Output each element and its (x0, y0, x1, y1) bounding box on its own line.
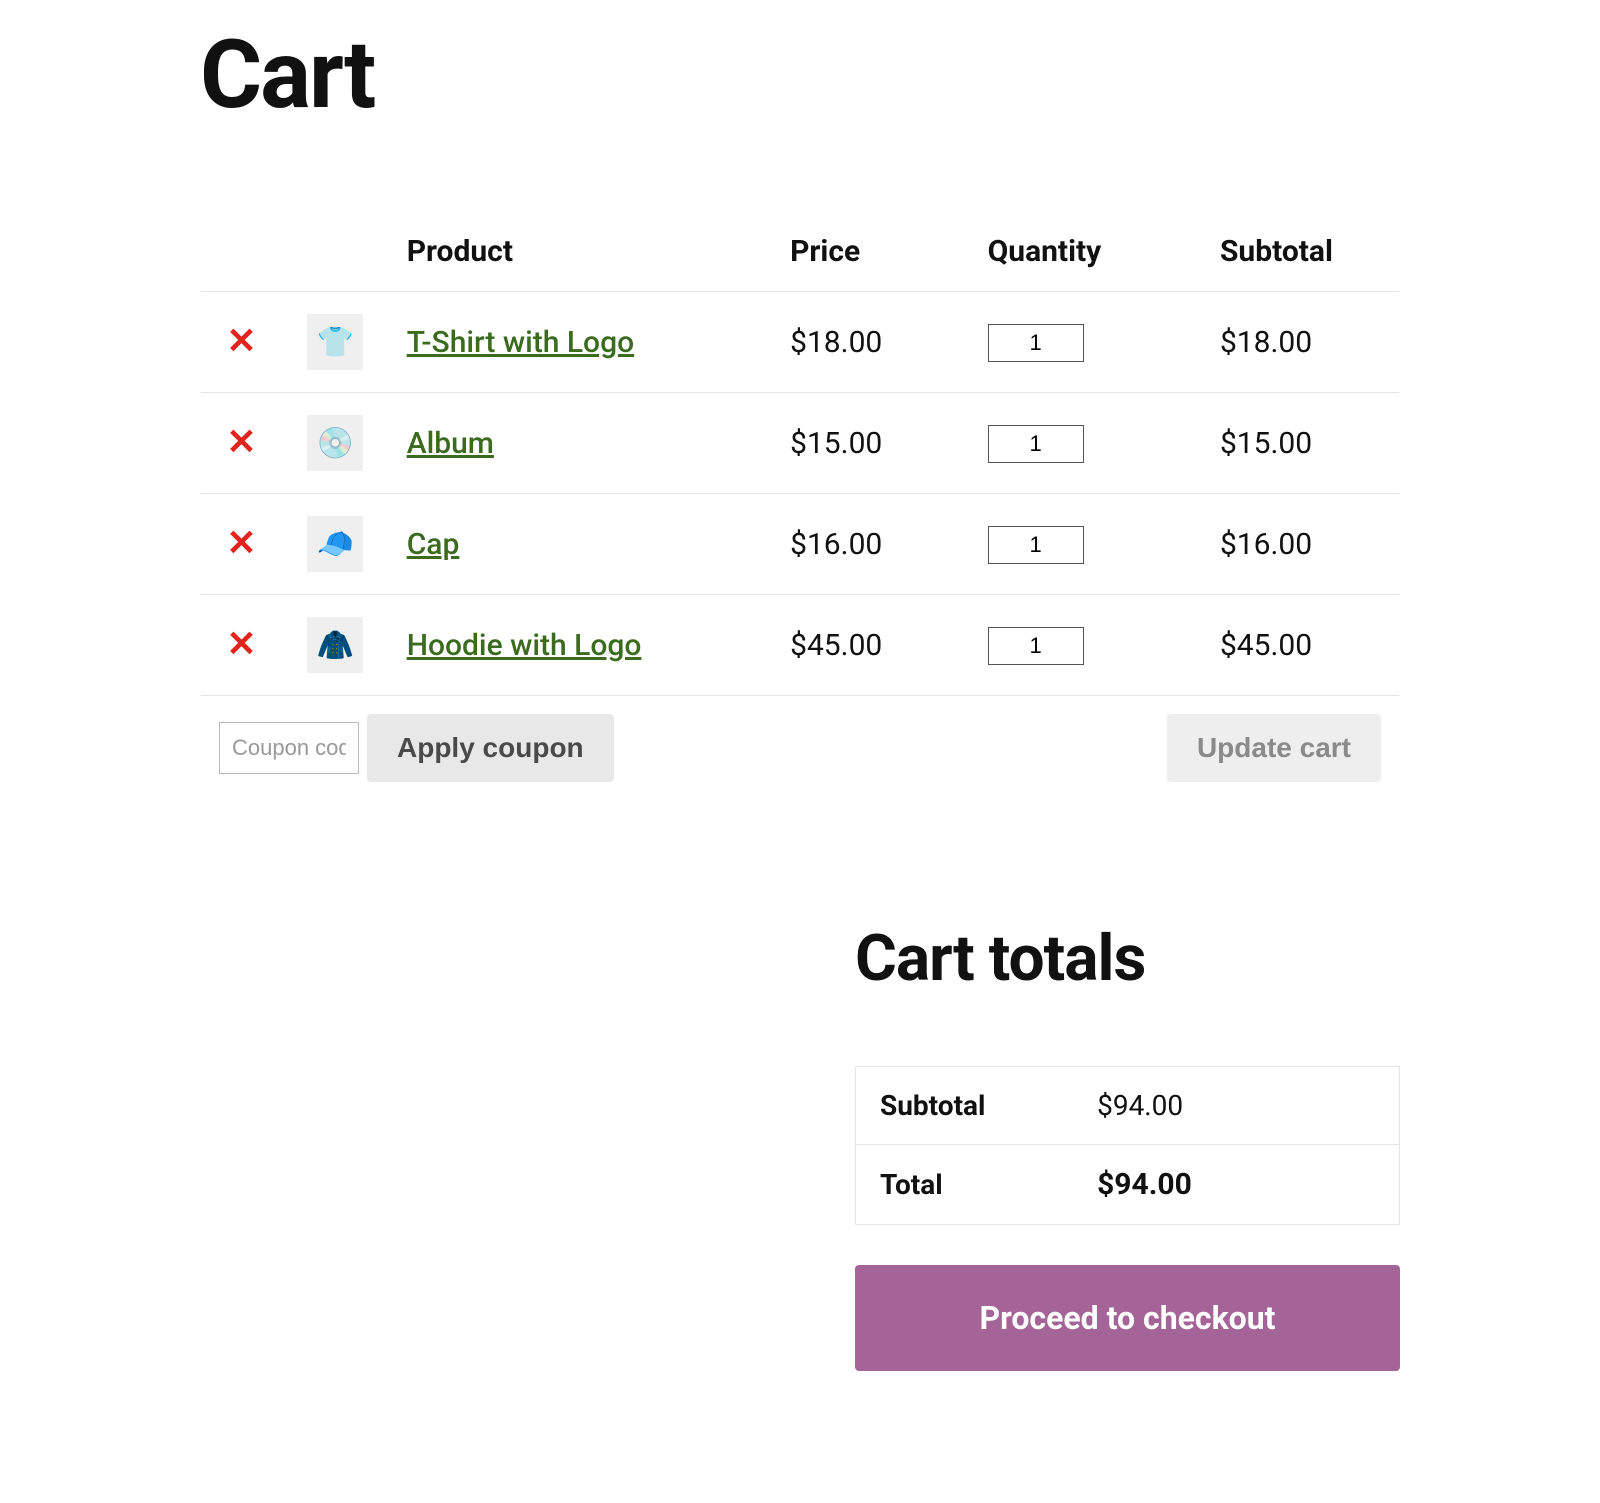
product-thumb: 👕 (307, 314, 363, 370)
item-subtotal: $15.00 (1202, 393, 1400, 494)
item-price: $15.00 (772, 393, 970, 494)
item-price: $45.00 (772, 595, 970, 696)
subtotal-label: Subtotal (856, 1067, 1074, 1145)
quantity-input[interactable] (988, 324, 1084, 362)
cart-table: Product Price Quantity Subtotal ✕ 👕 T-Shir… (200, 211, 1400, 801)
quantity-input[interactable] (988, 526, 1084, 564)
remove-icon[interactable]: ✕ (226, 424, 256, 460)
total-value: $94.00 (1073, 1145, 1399, 1225)
item-subtotal: $45.00 (1202, 595, 1400, 696)
cart-actions-row: Apply coupon Update cart (201, 696, 1400, 801)
remove-icon[interactable]: ✕ (226, 626, 256, 662)
cart-totals-title: Cart totals (855, 921, 1400, 996)
col-subtotal-header: Subtotal (1202, 212, 1400, 292)
product-link[interactable]: Hoodie with Logo (407, 628, 642, 663)
coupon-input[interactable] (219, 722, 359, 774)
coupon-group: Apply coupon (219, 714, 614, 782)
col-remove-header (201, 212, 282, 292)
total-label: Total (856, 1145, 1074, 1225)
product-thumb: 🧥 (307, 617, 363, 673)
remove-icon[interactable]: ✕ (226, 525, 256, 561)
col-product-header: Product (389, 212, 772, 292)
cart-totals-table: Subtotal $94.00 Total $94.00 (855, 1066, 1400, 1225)
cart-totals-section: Cart totals Subtotal $94.00 Total $94.00… (855, 921, 1400, 1371)
table-row: ✕ 🧥 Hoodie with Logo $45.00 $45.00 (201, 595, 1400, 696)
item-subtotal: $16.00 (1202, 494, 1400, 595)
col-qty-header: Quantity (970, 212, 1202, 292)
product-link[interactable]: Album (407, 426, 494, 461)
remove-icon[interactable]: ✕ (226, 323, 256, 359)
product-thumb: 🧢 (307, 516, 363, 572)
product-link[interactable]: T-Shirt with Logo (407, 325, 634, 360)
item-price: $16.00 (772, 494, 970, 595)
table-row: ✕ 💿 Album $15.00 $15.00 (201, 393, 1400, 494)
col-price-header: Price (772, 212, 970, 292)
update-cart-button[interactable]: Update cart (1167, 714, 1381, 782)
product-link[interactable]: Cap (407, 527, 460, 562)
table-row: ✕ 👕 T-Shirt with Logo $18.00 $18.00 (201, 292, 1400, 393)
quantity-input[interactable] (988, 425, 1084, 463)
table-row: ✕ 🧢 Cap $16.00 $16.00 (201, 494, 1400, 595)
checkout-button[interactable]: Proceed to checkout (855, 1265, 1400, 1371)
item-subtotal: $18.00 (1202, 292, 1400, 393)
quantity-input[interactable] (988, 627, 1084, 665)
apply-coupon-button[interactable]: Apply coupon (367, 714, 614, 782)
product-thumb: 💿 (307, 415, 363, 471)
col-thumb-header (282, 212, 389, 292)
item-price: $18.00 (772, 292, 970, 393)
page-title: Cart (200, 20, 1400, 131)
subtotal-value: $94.00 (1073, 1067, 1399, 1145)
